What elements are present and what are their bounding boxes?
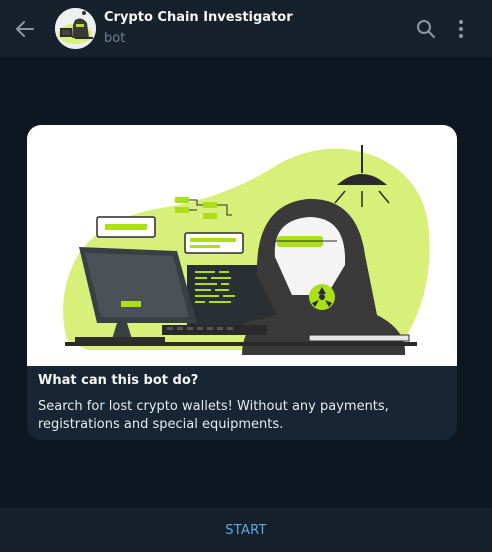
start-button[interactable]: START: [0, 508, 492, 552]
hacker-illustration: [27, 125, 457, 366]
telegram-bot-chat: Crypto Chain Investigator bot What can t…: [0, 0, 492, 552]
back-button[interactable]: [10, 14, 40, 44]
intro-description: Search for lost crypto wallets! Without …: [38, 399, 389, 432]
chat-subtitle: bot: [104, 31, 126, 46]
bottom-bar: START: [0, 507, 492, 552]
hacker-avatar-icon: [55, 8, 96, 49]
arrow-left-icon: [16, 21, 34, 37]
chat-header: Crypto Chain Investigator bot: [0, 0, 492, 58]
avatar[interactable]: [55, 8, 96, 49]
search-button[interactable]: [414, 17, 438, 41]
bot-intro-card: What can this bot do? Search for lost cr…: [27, 125, 457, 440]
chat-title[interactable]: Crypto Chain Investigator: [104, 10, 293, 25]
intro-title: What can this bot do?: [38, 373, 199, 388]
search-icon: [417, 20, 435, 38]
more-options-button[interactable]: [451, 17, 471, 41]
more-vertical-icon: [459, 20, 463, 38]
